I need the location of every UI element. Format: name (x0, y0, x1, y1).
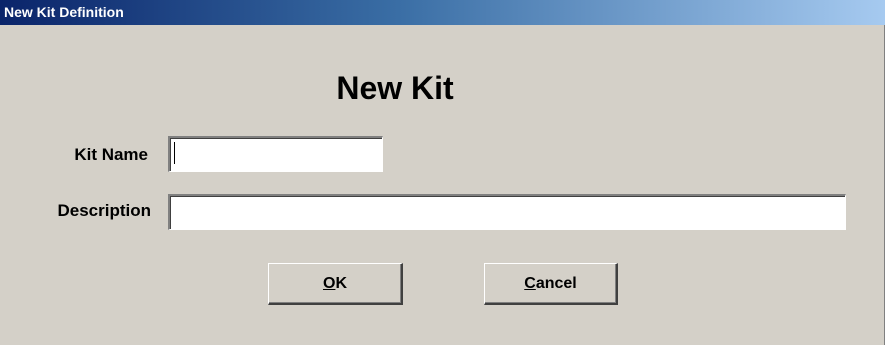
text-cursor (174, 142, 175, 164)
ok-label-rest: K (335, 275, 347, 292)
description-label: Description (57, 201, 151, 220)
kit-name-input[interactable] (168, 136, 383, 172)
new-kit-dialog: New Kit Definition New Kit Kit Name Desc… (0, 0, 885, 345)
description-input[interactable] (168, 194, 846, 230)
ok-button[interactable]: OK (268, 263, 403, 305)
ok-mnemonic: O (322, 275, 336, 292)
window-title-bar[interactable]: New Kit Definition (0, 0, 885, 25)
cancel-label-rest: ancel (535, 275, 577, 292)
kit-name-label: Kit Name (74, 145, 148, 164)
dialog-heading: New Kit (336, 70, 454, 106)
window-title: New Kit Definition (4, 4, 124, 20)
cancel-button[interactable]: Cancel (484, 263, 618, 305)
cancel-mnemonic: C (524, 275, 536, 292)
